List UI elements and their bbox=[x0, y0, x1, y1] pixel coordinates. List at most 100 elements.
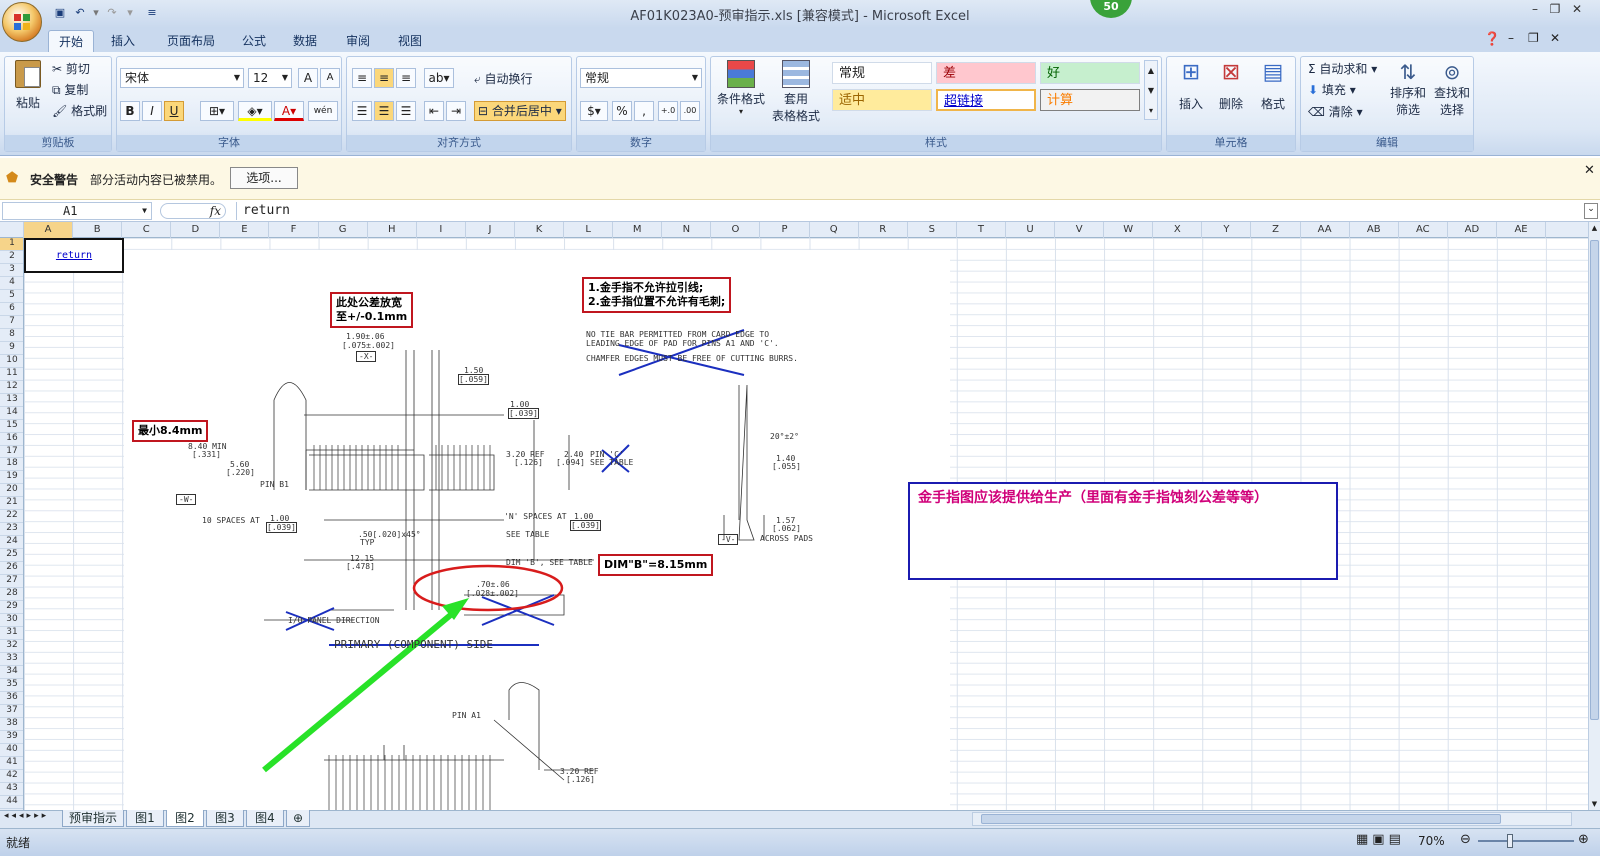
row-header[interactable]: 8 bbox=[0, 329, 23, 342]
zoom-slider-thumb[interactable] bbox=[1507, 834, 1513, 848]
increase-decimal-icon[interactable]: +.0 bbox=[658, 101, 678, 121]
column-header[interactable]: Y bbox=[1202, 222, 1252, 238]
row-header[interactable]: 25 bbox=[0, 549, 23, 563]
gold-finger-drawing[interactable]: 1.90±.06 [.075±.002] -X- 1.50 [.059] 1.0… bbox=[124, 250, 950, 810]
row-header[interactable]: 33 bbox=[0, 653, 23, 666]
row-header[interactable]: 5 bbox=[0, 290, 23, 303]
row-header[interactable]: 36 bbox=[0, 692, 23, 705]
column-header[interactable]: F bbox=[270, 222, 319, 238]
column-header[interactable]: AA bbox=[1301, 222, 1350, 238]
column-header[interactable]: M bbox=[613, 222, 663, 238]
conditional-format-button[interactable]: 条件格式 ▾ bbox=[716, 58, 766, 128]
row-header[interactable]: 6 bbox=[0, 303, 23, 316]
row-header[interactable]: 21 bbox=[0, 497, 23, 511]
redo-dropdown-icon[interactable]: ▾ bbox=[122, 5, 138, 21]
redo-icon[interactable]: ↷ bbox=[104, 5, 120, 21]
sheet-tab-fig2[interactable]: 图2 bbox=[166, 810, 204, 827]
view-buttons-icon[interactable]: ▦▣▤ bbox=[1356, 832, 1405, 847]
align-center-icon[interactable]: ☰ bbox=[374, 101, 394, 121]
row-header[interactable]: 44 bbox=[0, 796, 23, 809]
delete-cells-button[interactable]: ⊠ 删除 bbox=[1212, 60, 1250, 112]
scroll-up-icon[interactable]: ▲ bbox=[1590, 224, 1599, 232]
comment-textbox[interactable]: 金手指图应该提供给生产（里面有金手指蚀刻公差等等） bbox=[908, 482, 1338, 580]
style-bad[interactable]: 差 bbox=[936, 62, 1036, 84]
column-header[interactable]: T bbox=[957, 222, 1006, 238]
column-header[interactable]: L bbox=[564, 222, 614, 238]
align-right-icon[interactable]: ☰ bbox=[396, 101, 416, 121]
horizontal-scrollbar[interactable] bbox=[972, 812, 1572, 826]
format-cells-button[interactable]: ▤ 格式 bbox=[1254, 60, 1292, 112]
phonetic-button[interactable]: wén bbox=[308, 101, 338, 121]
align-middle-icon[interactable]: ≡ bbox=[374, 68, 394, 88]
row-header[interactable]: 20 bbox=[0, 484, 23, 498]
row-header[interactable]: 16 bbox=[0, 433, 23, 446]
style-good[interactable]: 好 bbox=[1040, 62, 1140, 84]
column-header[interactable]: I bbox=[417, 222, 466, 238]
doc-restore-icon[interactable]: ❐ bbox=[1528, 31, 1539, 45]
insert-function-button[interactable]: fx bbox=[160, 203, 226, 219]
row-header[interactable]: 32 bbox=[0, 640, 23, 654]
scroll-down-icon[interactable]: ▼ bbox=[1590, 800, 1599, 808]
row-header[interactable]: 23 bbox=[0, 523, 23, 537]
orientation-icon[interactable]: ab▾ bbox=[424, 68, 454, 88]
name-box[interactable]: A1 ▼ bbox=[2, 202, 152, 220]
sort-filter-button[interactable]: ⇅ 排序和 筛选 bbox=[1386, 60, 1430, 118]
row-header[interactable]: 41 bbox=[0, 757, 23, 770]
zoom-level[interactable]: 70% bbox=[1418, 834, 1445, 848]
row-header[interactable]: 24 bbox=[0, 536, 23, 550]
column-header[interactable]: B bbox=[73, 222, 123, 238]
fill-color-icon[interactable]: ◈▾ bbox=[238, 101, 272, 121]
merge-center-button[interactable]: ⊟ 合并后居中 ▾ bbox=[474, 101, 566, 121]
styles-scroll[interactable]: ▲ ▼ ▾ bbox=[1144, 60, 1158, 120]
row-header[interactable]: 19 bbox=[0, 471, 23, 485]
sheet-nav-icon[interactable]: ◂◂◂▸▸▸ bbox=[4, 811, 49, 821]
close-warning-icon[interactable]: ✕ bbox=[1584, 163, 1595, 178]
italic-button[interactable]: I bbox=[142, 101, 162, 121]
row-header[interactable]: 39 bbox=[0, 731, 23, 744]
vertical-scrollbar[interactable]: ▲ ▼ bbox=[1588, 222, 1600, 810]
customize-qat-icon[interactable]: ≡ bbox=[144, 5, 160, 21]
accounting-icon[interactable]: $▾ bbox=[580, 101, 608, 121]
office-button[interactable] bbox=[2, 2, 42, 42]
column-header[interactable]: K bbox=[515, 222, 565, 238]
row-header[interactable]: 34 bbox=[0, 666, 23, 679]
column-header[interactable]: S bbox=[908, 222, 957, 238]
row-header[interactable]: 3 bbox=[0, 264, 23, 277]
paste-button[interactable]: 粘贴 bbox=[10, 60, 46, 120]
expand-formula-icon[interactable]: ⌄ bbox=[1584, 203, 1598, 219]
column-header[interactable]: N bbox=[662, 222, 712, 238]
column-header[interactable]: R bbox=[859, 222, 908, 238]
column-header[interactable]: O bbox=[711, 222, 761, 238]
row-header[interactable]: 13 bbox=[0, 394, 23, 407]
row-header[interactable]: 31 bbox=[0, 627, 23, 641]
security-options-button[interactable]: 选项... bbox=[230, 167, 298, 189]
row-header[interactable]: 29 bbox=[0, 601, 23, 615]
column-header[interactable]: J bbox=[466, 222, 515, 238]
column-header[interactable]: H bbox=[368, 222, 417, 238]
decrease-decimal-icon[interactable]: .00 bbox=[680, 101, 700, 121]
sheet-tab-fig1[interactable]: 图1 bbox=[126, 810, 164, 827]
column-header[interactable]: AB bbox=[1350, 222, 1399, 238]
row-header[interactable]: 42 bbox=[0, 770, 23, 783]
zoom-out-icon[interactable]: ⊖ bbox=[1460, 832, 1471, 847]
tab-page-layout[interactable]: 页面布局 bbox=[154, 30, 228, 52]
column-header[interactable]: AC bbox=[1399, 222, 1448, 238]
row-header[interactable]: 40 bbox=[0, 744, 23, 757]
selected-cell-a1[interactable]: return bbox=[24, 238, 124, 273]
row-header[interactable]: 18 bbox=[0, 458, 23, 472]
row-header[interactable]: 27 bbox=[0, 575, 23, 589]
tab-home[interactable]: 开始 bbox=[48, 30, 94, 52]
row-header[interactable]: 12 bbox=[0, 381, 23, 394]
fill-button[interactable]: ⬇ 填充 ▾ bbox=[1308, 81, 1356, 98]
column-header[interactable]: Z bbox=[1252, 222, 1301, 238]
row-header[interactable]: 22 bbox=[0, 510, 23, 524]
select-all-corner[interactable] bbox=[0, 222, 24, 238]
font-name-combo[interactable]: 宋体 ▼ bbox=[120, 68, 244, 88]
find-select-button[interactable]: ⊚ 查找和 选择 bbox=[1430, 60, 1474, 118]
h-scroll-thumb[interactable] bbox=[981, 814, 1501, 824]
style-hyperlink[interactable]: 超链接 bbox=[936, 89, 1036, 111]
sheet-tab-fig4[interactable]: 图4 bbox=[246, 810, 284, 827]
tab-view[interactable]: 视图 bbox=[388, 30, 432, 52]
new-sheet-icon[interactable]: ⊕ bbox=[286, 810, 310, 827]
tab-data[interactable]: 数据 bbox=[283, 30, 327, 52]
